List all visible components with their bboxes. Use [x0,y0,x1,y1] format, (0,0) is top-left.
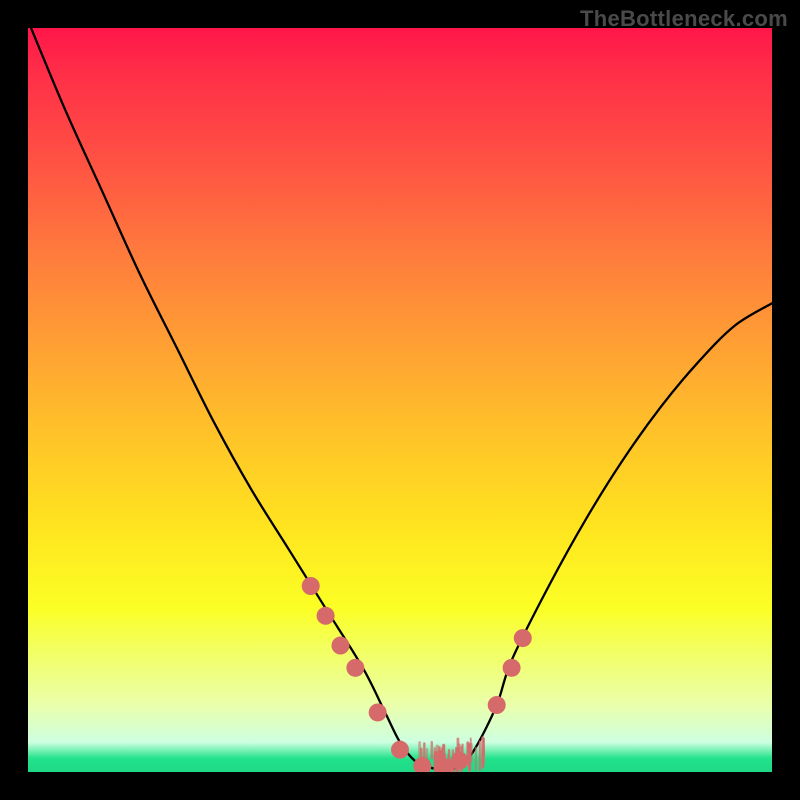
sweet-spot-markers [302,577,532,772]
marker-dot [488,696,506,714]
marker-dot [514,629,532,647]
chart-overlay-svg [28,28,772,772]
marker-dot [369,703,387,721]
marker-dot [503,659,521,677]
marker-dot [317,607,335,625]
marker-dot [391,741,409,759]
chart-frame: TheBottleneck.com [0,0,800,800]
plot-area [28,28,772,772]
watermark-text: TheBottleneck.com [580,6,788,32]
marker-dot [331,637,349,655]
marker-dot [302,577,320,595]
bottleneck-curve [28,28,772,769]
marker-dot [346,659,364,677]
